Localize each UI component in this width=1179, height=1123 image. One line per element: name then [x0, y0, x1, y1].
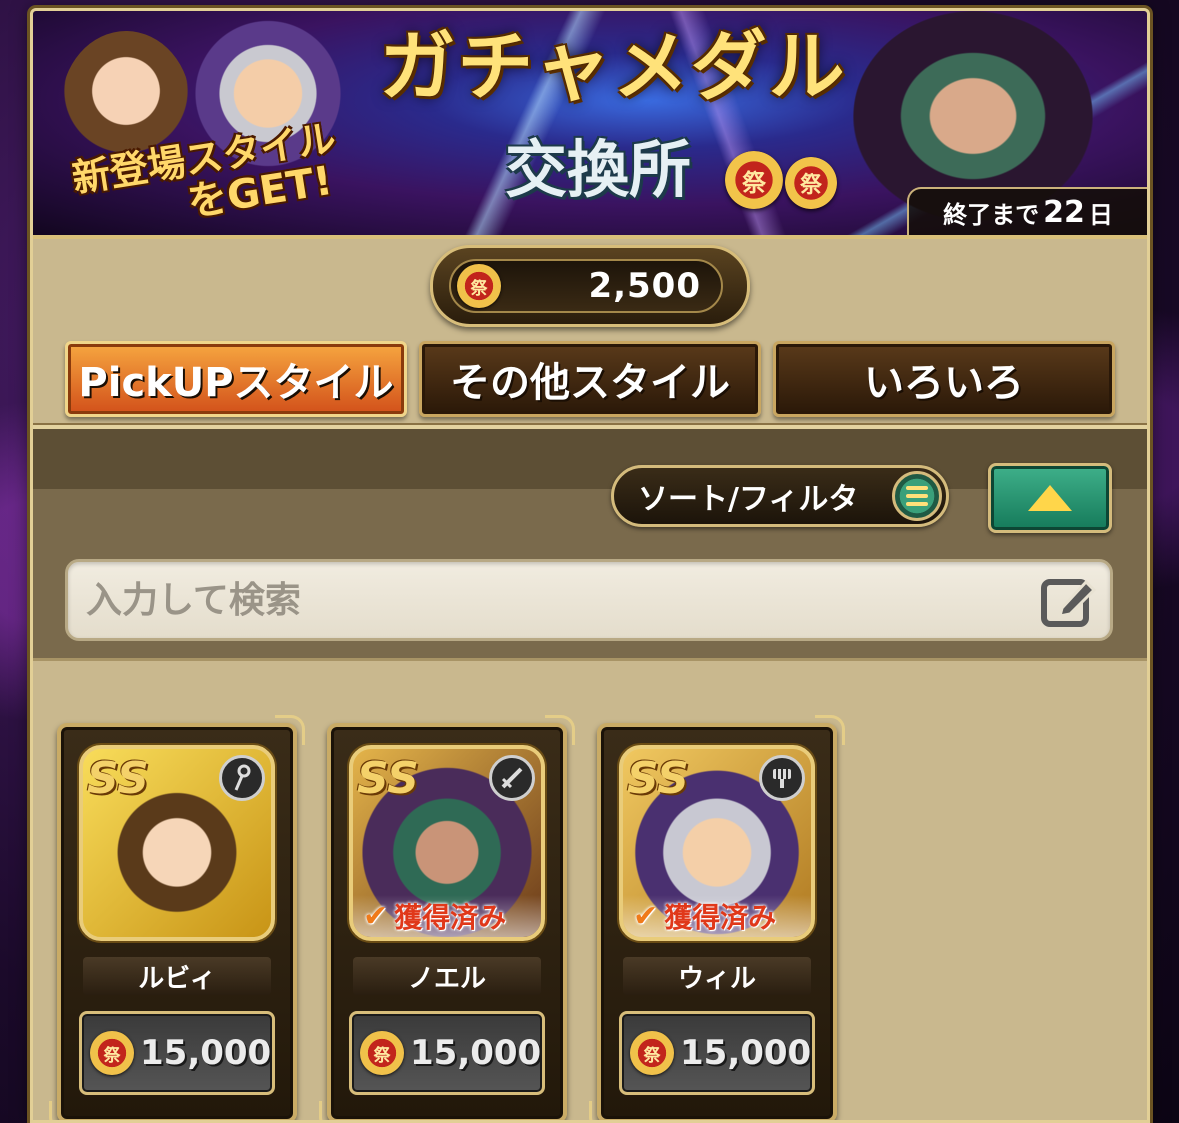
- style-card-will[interactable]: SS ✔ 獲得済み ウィル 祭 15,000: [589, 715, 845, 1120]
- festival-medal-icon: 祭: [90, 1031, 134, 1075]
- countdown-prefix: 終了まで: [943, 200, 1040, 229]
- character-portrait: SS ✔ 獲得済み: [349, 745, 545, 941]
- event-countdown: 終了まで 22 日: [907, 187, 1147, 235]
- search-box: [65, 559, 1113, 641]
- rarity-badge: SS: [357, 753, 419, 804]
- sort-filter-label: ソート/フィルタ: [638, 482, 859, 517]
- banner-subtitle: 交換所: [504, 133, 691, 206]
- tab-misc[interactable]: いろいろ: [773, 341, 1115, 417]
- sword-icon: [489, 755, 535, 801]
- sort-filter-button[interactable]: ソート/フィルタ: [611, 465, 949, 527]
- filter-area: ソート/フィルタ: [33, 429, 1147, 661]
- medal-balance: 祭 2,500: [430, 245, 750, 327]
- medal-balance-inner: 祭 2,500: [449, 259, 723, 313]
- style-card-noel[interactable]: SS ✔ 獲得済み ノエル 祭 15,000: [319, 715, 575, 1120]
- search-input[interactable]: [86, 579, 986, 621]
- price-amount: 15,000: [410, 1033, 542, 1073]
- fist-icon: [759, 755, 805, 801]
- character-portrait: SS: [79, 745, 275, 941]
- check-icon: ✔: [363, 898, 389, 934]
- menu-icon: [892, 471, 942, 521]
- price-tag: 祭 15,000: [79, 1011, 275, 1095]
- ornament-corner: [589, 1101, 619, 1120]
- character-name: ウィル: [623, 957, 811, 995]
- style-card-rubi[interactable]: SS ルビィ 祭 15,000: [49, 715, 305, 1120]
- exchange-panel: 新登場スタイル をGET! ガチャメダル 交換所 祭 祭 終了まで 22 日 祭…: [30, 8, 1150, 1123]
- triangle-up-icon: [1028, 485, 1072, 511]
- character-name: ノエル: [353, 957, 541, 995]
- ornament-corner: [545, 715, 575, 745]
- festival-medal-icon: 祭: [360, 1031, 404, 1075]
- banner-title: ガチャメダル: [379, 22, 847, 111]
- category-tabs: PickUPスタイル その他スタイル いろいろ: [65, 341, 1115, 423]
- rarity-badge: SS: [627, 753, 689, 804]
- style-card-grid: SS ルビィ 祭 15,000 SS ✔ 獲得済み ノエル 祭 15,000 S…: [49, 715, 845, 1120]
- obtained-badge: ✔ 獲得済み: [623, 895, 811, 937]
- price-tag: 祭 15,000: [619, 1011, 815, 1095]
- staff-icon: [219, 755, 265, 801]
- countdown-days: 22: [1043, 194, 1085, 230]
- price-amount: 15,000: [680, 1033, 812, 1073]
- festival-medal-icon: 祭: [725, 151, 783, 209]
- festival-medal-icon: 祭: [785, 157, 837, 209]
- medal-balance-amount: 2,500: [588, 266, 701, 306]
- filter-band: [33, 429, 1147, 489]
- festival-medal-icon: 祭: [630, 1031, 674, 1075]
- price-tag: 祭 15,000: [349, 1011, 545, 1095]
- collapse-button[interactable]: [988, 463, 1112, 533]
- price-amount: 15,000: [140, 1033, 272, 1073]
- ornament-corner: [275, 715, 305, 745]
- ornament-corner: [49, 1101, 79, 1120]
- tab-pickup-style[interactable]: PickUPスタイル: [65, 341, 407, 417]
- tab-other-style[interactable]: その他スタイル: [419, 341, 761, 417]
- obtained-badge: ✔ 獲得済み: [353, 895, 541, 937]
- festival-medal-icon: 祭: [457, 264, 501, 308]
- ornament-corner: [319, 1101, 349, 1120]
- rarity-badge: SS: [87, 753, 149, 804]
- ornament-corner: [815, 715, 845, 745]
- event-banner[interactable]: 新登場スタイル をGET! ガチャメダル 交換所 祭 祭 終了まで 22 日: [33, 11, 1147, 239]
- edit-icon[interactable]: [1038, 570, 1100, 632]
- character-portrait: SS ✔ 獲得済み: [619, 745, 815, 941]
- character-name: ルビィ: [83, 957, 271, 995]
- countdown-unit: 日: [1088, 200, 1113, 229]
- obtained-label: 獲得済み: [394, 901, 507, 934]
- obtained-label: 獲得済み: [664, 901, 777, 934]
- check-icon: ✔: [633, 898, 659, 934]
